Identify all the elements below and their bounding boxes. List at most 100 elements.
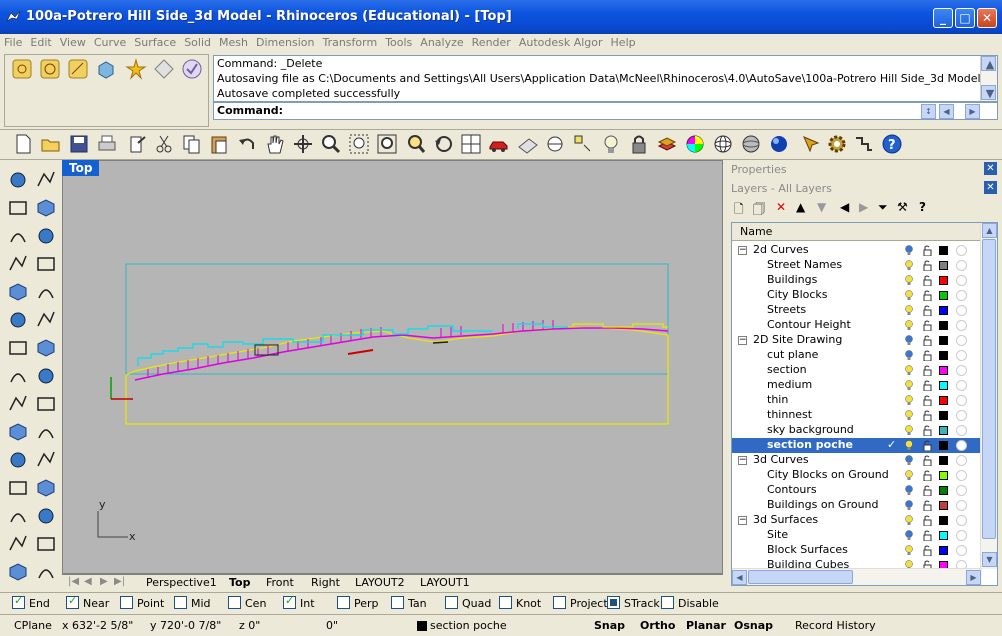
- ortho-toggle[interactable]: Ortho: [640, 619, 675, 632]
- osnap-checkbox[interactable]: [607, 596, 620, 609]
- group-icon[interactable]: [6, 448, 30, 472]
- undo-icon[interactable]: [236, 133, 258, 155]
- layer-row[interactable]: Buildings: [732, 273, 982, 288]
- material-radio[interactable]: [956, 455, 967, 466]
- osnap-checkbox[interactable]: [391, 596, 404, 609]
- layer-icon[interactable]: [656, 133, 678, 155]
- material-radio[interactable]: [956, 515, 967, 526]
- save-icon[interactable]: [68, 133, 90, 155]
- layer-row[interactable]: Street Names: [732, 258, 982, 273]
- close-button[interactable]: ✕: [977, 8, 997, 28]
- unlock-icon[interactable]: [923, 365, 932, 376]
- osnap-checkbox[interactable]: [228, 596, 241, 609]
- collapse-icon[interactable]: −: [738, 456, 747, 465]
- filter-icon[interactable]: ⏷: [878, 200, 888, 215]
- object-properties-icon[interactable]: [800, 133, 822, 155]
- layer-list-hscrollbar[interactable]: ◀ ▶: [732, 568, 982, 585]
- material-radio[interactable]: [956, 410, 967, 421]
- rectangle-icon[interactable]: [6, 252, 30, 276]
- top-viewport[interactable]: y x: [62, 160, 723, 574]
- layer-scroll-down-icon[interactable]: ▼: [982, 552, 997, 567]
- osnap-checkbox[interactable]: [283, 594, 296, 609]
- menu-transform[interactable]: Transform: [318, 34, 381, 49]
- menu-file[interactable]: File: [0, 34, 26, 49]
- scroll-up-icon[interactable]: ▲: [981, 56, 996, 71]
- layer-row[interactable]: section poche ✓: [732, 438, 982, 453]
- layer-color-swatch[interactable]: [939, 411, 948, 420]
- name-column-header[interactable]: Name: [740, 225, 772, 238]
- layer-hscroll-thumb[interactable]: [748, 570, 853, 584]
- close-properties-icon[interactable]: ✕: [984, 162, 997, 175]
- shaded-icon[interactable]: [740, 133, 762, 155]
- dimension-icon[interactable]: [6, 420, 30, 444]
- layer-row[interactable]: City Blocks on Ground: [732, 468, 982, 483]
- layer-color-swatch[interactable]: [939, 441, 948, 450]
- layer-color-swatch[interactable]: [939, 366, 948, 375]
- move-icon[interactable]: [6, 504, 30, 528]
- unlock-icon[interactable]: [923, 545, 932, 556]
- unlock-icon[interactable]: [923, 500, 932, 511]
- menu-curve[interactable]: Curve: [90, 34, 130, 49]
- options-gear-icon[interactable]: [826, 133, 848, 155]
- zoom-window-icon[interactable]: [348, 133, 370, 155]
- visibility-bulb-icon[interactable]: [905, 275, 913, 286]
- paste-icon[interactable]: [208, 133, 230, 155]
- layer-row[interactable]: −3d Surfaces: [732, 513, 982, 528]
- layer-color-swatch[interactable]: [939, 381, 948, 390]
- command-spin-icon[interactable]: ↕: [921, 104, 936, 119]
- command-line[interactable]: Command: ↕ ◀ ▶: [213, 102, 998, 120]
- osnap-checkbox[interactable]: [174, 596, 187, 609]
- osnap-checkbox[interactable]: [445, 596, 458, 609]
- unlock-icon[interactable]: [923, 350, 932, 361]
- planar-toggle[interactable]: Planar: [686, 619, 726, 632]
- unlock-icon[interactable]: [923, 260, 932, 271]
- menu-render[interactable]: Render: [468, 34, 515, 49]
- unlock-icon[interactable]: [923, 245, 932, 256]
- solid-sphere-icon[interactable]: [6, 336, 30, 360]
- osnap-checkbox[interactable]: [66, 594, 79, 609]
- extrude-icon[interactable]: [6, 392, 30, 416]
- rendered-icon[interactable]: [768, 133, 790, 155]
- material-radio[interactable]: [956, 500, 967, 511]
- menu-view[interactable]: View: [56, 34, 90, 49]
- tangent-snap-icon[interactable]: [153, 58, 175, 80]
- layer-color-swatch[interactable]: [939, 426, 948, 435]
- visibility-bulb-icon[interactable]: [905, 260, 913, 271]
- layer-color-swatch[interactable]: [939, 531, 948, 540]
- surface-from-curves-icon[interactable]: [6, 308, 30, 332]
- visibility-bulb-icon[interactable]: [905, 245, 913, 256]
- osnap-mid[interactable]: Mid: [174, 596, 211, 610]
- new-sublayer-icon[interactable]: 🗍: [753, 200, 765, 221]
- solid-box-icon[interactable]: [34, 336, 58, 360]
- visibility-bulb-icon[interactable]: [905, 350, 913, 361]
- maximize-button[interactable]: □: [955, 8, 975, 28]
- collapse-icon[interactable]: −: [738, 516, 747, 525]
- surface-patch-icon[interactable]: [34, 308, 58, 332]
- menu-surface[interactable]: Surface: [130, 34, 180, 49]
- material-radio[interactable]: [956, 350, 967, 361]
- visibility-bulb-icon[interactable]: [905, 335, 913, 346]
- move-up-icon[interactable]: ▲: [796, 200, 805, 214]
- prev-tab-nav-icon[interactable]: ◀: [84, 576, 92, 587]
- material-radio[interactable]: [956, 245, 967, 256]
- visibility-bulb-icon[interactable]: [905, 320, 913, 331]
- boolean-icon[interactable]: [34, 448, 58, 472]
- visibility-bulb-icon[interactable]: [905, 380, 913, 391]
- osnap-checkbox[interactable]: [553, 596, 566, 609]
- unlock-icon[interactable]: [923, 275, 932, 286]
- layer-color-swatch[interactable]: [939, 306, 948, 315]
- zoom-extents-icon[interactable]: [376, 133, 398, 155]
- delete-layer-icon[interactable]: ✕: [776, 200, 786, 214]
- export-icon[interactable]: [126, 133, 148, 155]
- osnap-checkbox[interactable]: [12, 594, 25, 609]
- four-viewports-icon[interactable]: [460, 133, 482, 155]
- material-radio[interactable]: [956, 485, 967, 496]
- material-radio[interactable]: [956, 440, 967, 451]
- layer-row[interactable]: section: [732, 363, 982, 378]
- copy-icon[interactable]: [181, 133, 203, 155]
- freeform-icon[interactable]: [34, 280, 58, 304]
- layer-row[interactable]: Buildings on Ground: [732, 498, 982, 513]
- command-prev-icon[interactable]: ◀: [939, 104, 954, 119]
- layer-color-swatch[interactable]: [939, 516, 948, 525]
- osnap-knot[interactable]: Knot: [499, 596, 541, 610]
